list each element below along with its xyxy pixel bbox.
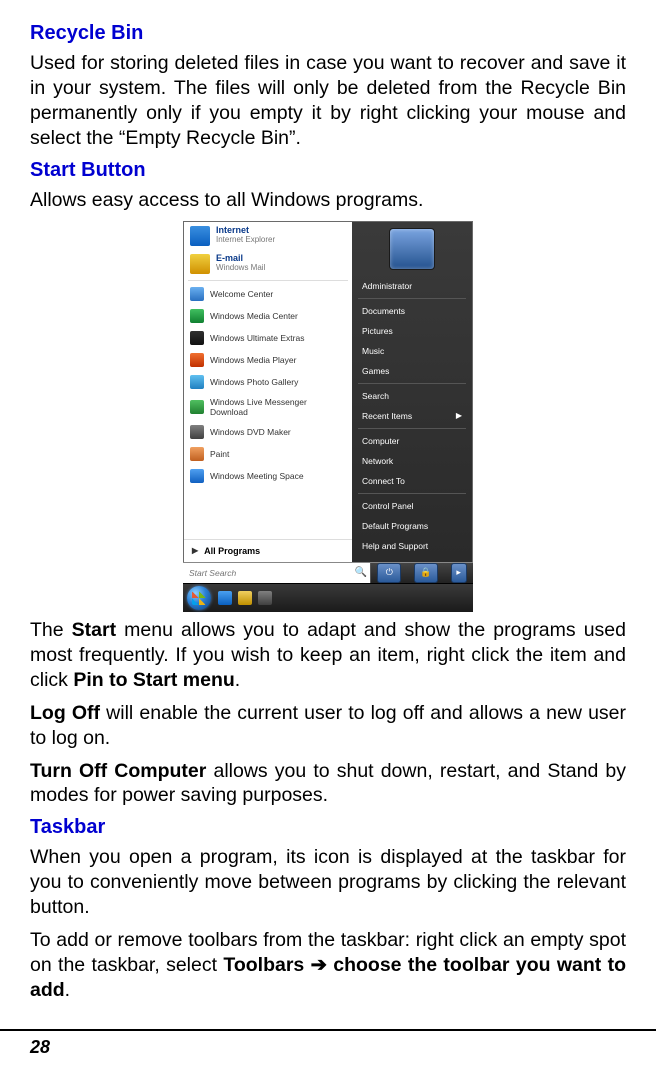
start-right-item[interactable]: Music (352, 341, 472, 361)
start-right-item[interactable]: Computer (352, 431, 472, 451)
pinned-program-item[interactable]: InternetInternet Explorer (184, 222, 352, 250)
heading-taskbar: Taskbar (30, 816, 626, 839)
search-icon[interactable]: 🔍 (352, 563, 370, 583)
start-right-item[interactable]: Games (352, 361, 472, 381)
program-icon (190, 469, 204, 483)
program-label: Windows Photo Gallery (210, 377, 298, 387)
start-menu-left-pane: InternetInternet ExplorerE-mailWindows M… (184, 222, 352, 562)
para-taskbar-p2: To add or remove toolbars from the taskb… (30, 928, 626, 1003)
start-right-item[interactable]: Documents (352, 301, 472, 321)
power-buttons: ⏻ 🔒 ▸ (370, 563, 473, 583)
start-menu-screenshot: InternetInternet ExplorerE-mailWindows M… (183, 221, 473, 612)
shutdown-options-button[interactable]: ▸ (451, 563, 467, 583)
program-item[interactable]: Windows Live Messenger Download (184, 393, 352, 421)
program-icon (190, 353, 204, 367)
program-icon (190, 400, 204, 414)
start-search-input[interactable] (183, 563, 352, 583)
start-right-item[interactable]: Control Panel (352, 496, 472, 516)
start-right-label: Search (362, 391, 389, 401)
start-right-item[interactable]: Connect To (352, 471, 472, 491)
start-right-item[interactable]: Pictures (352, 321, 472, 341)
program-item[interactable]: Windows Media Player (184, 349, 352, 371)
program-item[interactable]: Windows DVD Maker (184, 421, 352, 443)
pinned-subtitle: Windows Mail (216, 264, 265, 273)
para-start-p3: Turn Off Computer allows you to shut dow… (30, 759, 626, 809)
page-footer: 28 (0, 1029, 656, 1058)
start-right-label: Computer (362, 436, 399, 446)
para-taskbar-p1: When you open a program, its icon is dis… (30, 845, 626, 920)
para-start-intro: Allows easy access to all Windows progra… (30, 188, 626, 213)
program-icon (190, 287, 204, 301)
pinned-program-item[interactable]: E-mailWindows Mail (184, 250, 352, 278)
start-right-label: Default Programs (362, 521, 428, 531)
program-item[interactable]: Paint (184, 443, 352, 465)
program-icon (190, 331, 204, 345)
program-item[interactable]: Windows Media Center (184, 305, 352, 327)
start-right-label: Recent Items (362, 411, 412, 421)
pinned-subtitle: Internet Explorer (216, 236, 275, 245)
start-right-label: Administrator (362, 281, 412, 291)
start-right-label: Games (362, 366, 389, 376)
start-right-label: Network (362, 456, 393, 466)
media-taskbar-icon[interactable] (258, 591, 272, 605)
program-icon (190, 226, 210, 246)
start-right-label: Help and Support (362, 541, 428, 551)
start-right-label: Control Panel (362, 501, 414, 511)
program-icon (190, 309, 204, 323)
all-programs-item[interactable]: ▶ All Programs (184, 539, 352, 562)
start-right-item[interactable]: Network (352, 451, 472, 471)
start-orb-icon[interactable] (187, 586, 211, 610)
start-right-item[interactable]: Recent Items ▶ (352, 406, 472, 426)
start-search-row: 🔍 ⏻ 🔒 ▸ (183, 562, 473, 583)
start-right-label: Documents (362, 306, 405, 316)
program-item[interactable]: Welcome Center (184, 283, 352, 305)
triangle-icon: ▶ (192, 546, 198, 555)
program-icon (190, 254, 210, 274)
program-label: Windows DVD Maker (210, 427, 291, 437)
program-label: Paint (210, 449, 229, 459)
user-avatar-icon (389, 228, 435, 270)
heading-start-button: Start Button (30, 159, 626, 182)
start-right-label: Music (362, 346, 384, 356)
para-start-p1: The Start menu allows you to adapt and s… (30, 618, 626, 693)
program-label: Windows Live Messenger Download (210, 397, 346, 417)
program-icon (190, 375, 204, 389)
start-right-item[interactable]: Help and Support (352, 536, 472, 556)
page-number: 28 (30, 1037, 626, 1058)
program-label: Welcome Center (210, 289, 273, 299)
taskbar-in-figure (183, 583, 473, 612)
divider (358, 493, 466, 494)
folder-taskbar-icon[interactable] (238, 591, 252, 605)
start-right-item[interactable]: Search (352, 386, 472, 406)
para-recycle-bin: Used for storing deleted files in case y… (30, 51, 626, 151)
program-icon (190, 447, 204, 461)
program-label: Windows Media Player (210, 355, 296, 365)
lock-button[interactable]: 🔒 (414, 563, 438, 583)
submenu-arrow-icon: ▶ (456, 411, 462, 420)
start-right-item[interactable]: Default Programs (352, 516, 472, 536)
program-item[interactable]: Windows Photo Gallery (184, 371, 352, 393)
start-menu-right-pane: Administrator Documents Pictures Music Games… (352, 222, 472, 562)
program-label: Windows Meeting Space (210, 471, 304, 481)
program-icon (190, 425, 204, 439)
heading-recycle-bin: Recycle Bin (30, 22, 626, 45)
para-start-p2: Log Off will enable the current user to … (30, 701, 626, 751)
figure-start-menu: InternetInternet ExplorerE-mailWindows M… (30, 221, 626, 612)
start-right-item[interactable]: Administrator (352, 276, 472, 296)
all-programs-label: All Programs (204, 546, 260, 556)
start-right-label: Pictures (362, 326, 393, 336)
divider (358, 428, 466, 429)
ie-taskbar-icon[interactable] (218, 591, 232, 605)
program-item[interactable]: Windows Ultimate Extras (184, 327, 352, 349)
program-label: Windows Ultimate Extras (210, 333, 304, 343)
divider (358, 298, 466, 299)
start-right-label: Connect To (362, 476, 405, 486)
program-item[interactable]: Windows Meeting Space (184, 465, 352, 487)
divider (358, 383, 466, 384)
program-label: Windows Media Center (210, 311, 298, 321)
power-button[interactable]: ⏻ (377, 563, 401, 583)
